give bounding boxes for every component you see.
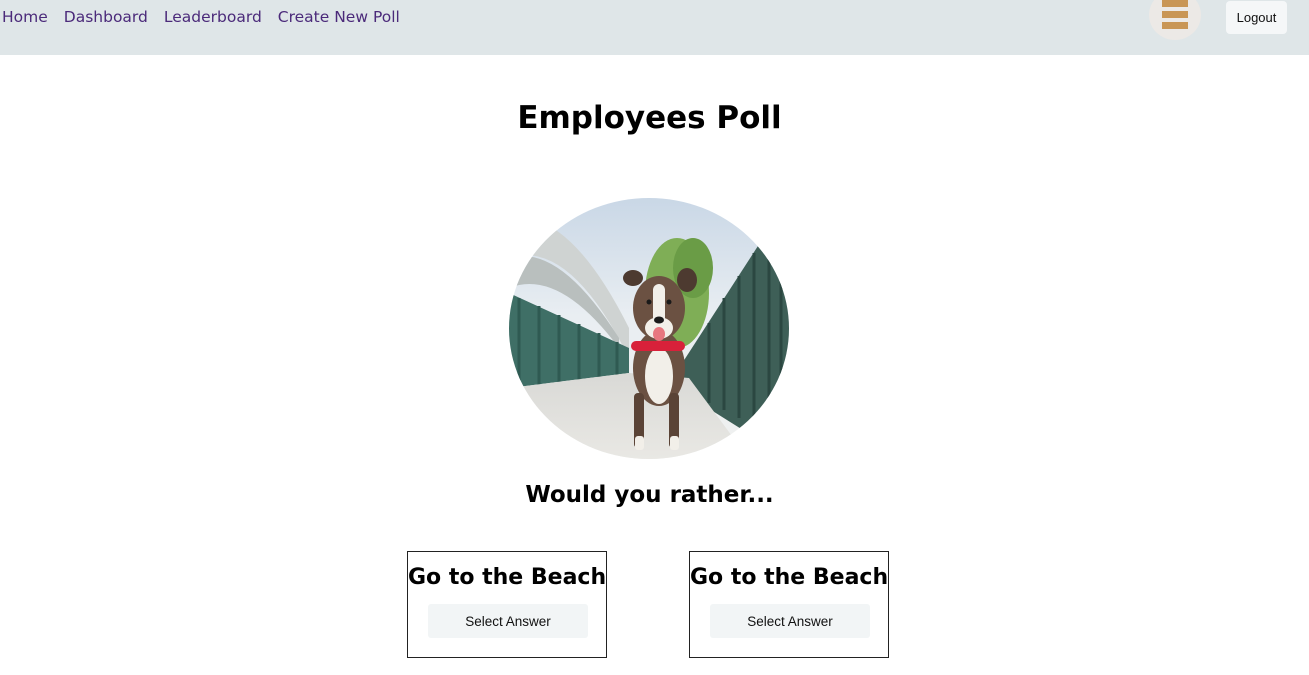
poll-question: Would you rather... — [525, 482, 774, 508]
poll-author-avatar — [509, 198, 789, 459]
nav-link-home[interactable]: Home — [2, 8, 48, 26]
select-option-one-button[interactable]: Select Answer — [428, 604, 588, 638]
navbar: Home Dashboard Leaderboard Create New Po… — [0, 0, 1309, 55]
option-card-two: Go to the Beach Select Answer — [689, 551, 889, 658]
option-card-one: Go to the Beach Select Answer — [407, 551, 607, 658]
select-option-two-button[interactable]: Select Answer — [710, 604, 870, 638]
logout-button[interactable]: Logout — [1226, 1, 1287, 34]
nav-link-leaderboard[interactable]: Leaderboard — [164, 8, 262, 26]
avatar-stripe — [1162, 0, 1188, 7]
avatar-stripe — [1162, 11, 1188, 18]
dog-on-bridge-image — [509, 198, 789, 459]
nav-links: Home Dashboard Leaderboard Create New Po… — [2, 8, 400, 26]
user-avatar — [1149, 0, 1201, 40]
avatar-stripe — [1162, 22, 1188, 29]
option-one-text: Go to the Beach — [408, 565, 607, 590]
nav-link-create-new-poll[interactable]: Create New Poll — [278, 8, 400, 26]
nav-link-dashboard[interactable]: Dashboard — [64, 8, 148, 26]
page-title: Employees Poll — [517, 100, 782, 136]
option-two-text: Go to the Beach — [690, 565, 889, 590]
